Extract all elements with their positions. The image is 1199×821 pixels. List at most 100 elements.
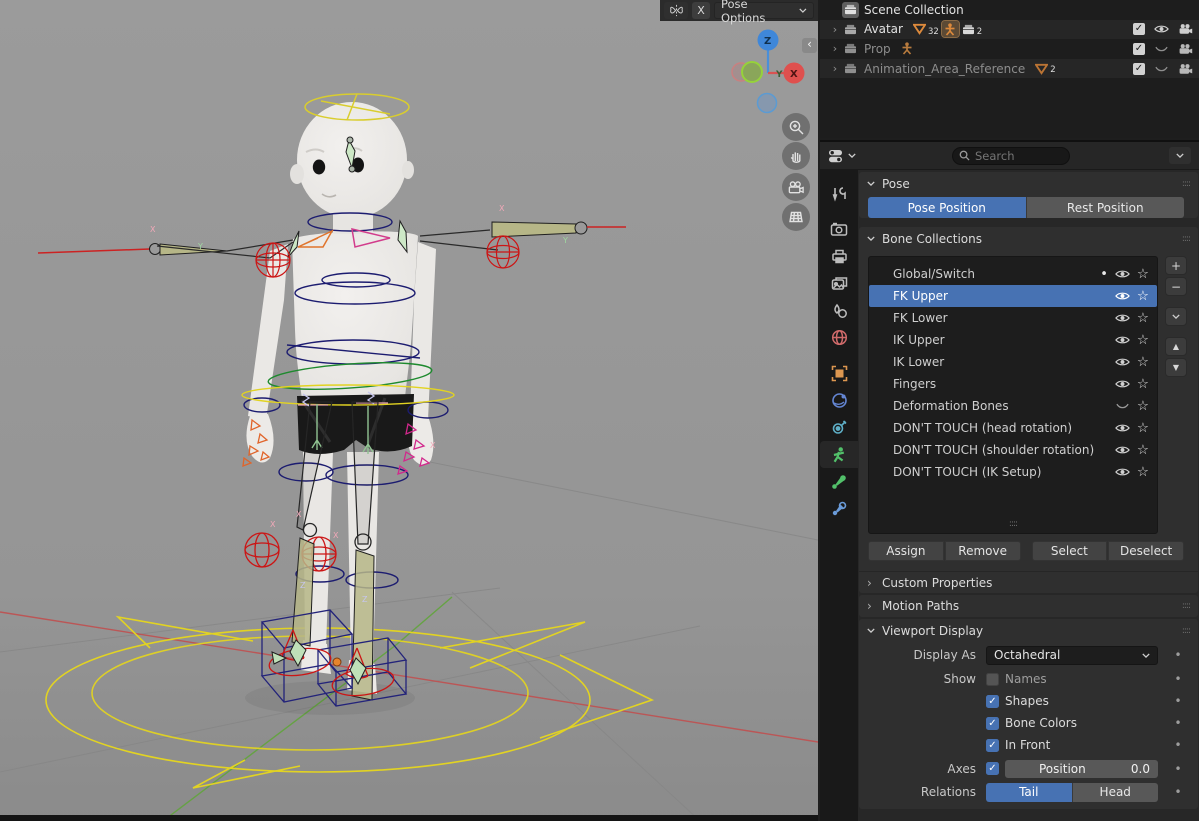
mesh-data-icon[interactable] [1035, 63, 1048, 75]
animate-dot[interactable]: • [1158, 762, 1198, 776]
tab-render-icon[interactable] [820, 216, 858, 243]
properties-search[interactable] [952, 147, 1070, 165]
pose-panel-header[interactable]: Pose :::: [859, 172, 1198, 195]
solo-star-icon[interactable]: ☆ [1137, 332, 1149, 348]
bone-collection-row[interactable]: DON'T TOUCH (IK Setup) ☆ [869, 461, 1157, 483]
ortho-grid-icon[interactable] [782, 203, 810, 231]
solo-star-icon[interactable]: ☆ [1137, 288, 1149, 304]
x-mirror-butterfly-icon[interactable] [664, 2, 688, 19]
custom-properties-header[interactable]: › Custom Properties [859, 571, 1198, 593]
outliner-row-prop[interactable]: › Prop ✓ [820, 39, 1199, 59]
eye-open-icon[interactable] [1115, 423, 1130, 433]
solo-star-icon[interactable]: ☆ [1137, 310, 1149, 326]
animate-dot[interactable]: • [1158, 672, 1198, 686]
zoom-icon[interactable] [782, 113, 810, 141]
animate-dot[interactable]: • [1158, 785, 1198, 799]
add-collection-button[interactable]: + [1165, 256, 1187, 275]
tab-bone-constraints-icon[interactable] [820, 495, 858, 522]
relations-head-button[interactable]: Head [1072, 783, 1159, 802]
render-camera-icon[interactable] [1178, 23, 1193, 35]
bone-collection-row[interactable]: DON'T TOUCH (head rotation) ☆ [869, 417, 1157, 439]
solo-star-icon[interactable]: ☆ [1137, 464, 1149, 480]
disclosure-icon[interactable]: › [828, 23, 842, 36]
bone-colors-checkbox[interactable]: ✓ [986, 717, 999, 730]
motion-paths-header[interactable]: › Motion Paths :::: [859, 595, 1198, 617]
render-camera-icon[interactable] [1178, 43, 1193, 55]
list-resize-handle[interactable]: :::: [869, 519, 1157, 529]
collection-instance-icon[interactable] [962, 24, 975, 35]
tab-scene-icon[interactable] [820, 297, 858, 324]
mesh-data-icon[interactable] [913, 23, 926, 35]
tab-physics-icon[interactable] [820, 387, 858, 414]
bone-collections-header[interactable]: Bone Collections :::: [859, 227, 1198, 250]
eye-open-icon[interactable] [1115, 445, 1130, 455]
remove-collection-button[interactable]: − [1165, 277, 1187, 296]
mirror-x-toggle[interactable]: X [692, 2, 710, 19]
tab-bone-icon[interactable] [820, 468, 858, 495]
panel-drag-handle[interactable]: :::: [1182, 234, 1190, 244]
panel-drag-handle[interactable]: :::: [1182, 179, 1190, 189]
bone-collection-row[interactable]: IK Upper ☆ [869, 329, 1157, 351]
shapes-checkbox[interactable]: ✓ [986, 695, 999, 708]
animate-dot[interactable]: • [1158, 694, 1198, 708]
3d-viewport[interactable]: X Y X Y X X X Z Z X Y [0, 0, 818, 821]
tab-world-icon[interactable] [820, 324, 858, 351]
bone-collection-row[interactable]: Deformation Bones ☆ [869, 395, 1157, 417]
bone-collection-row[interactable]: IK Lower ☆ [869, 351, 1157, 373]
bone-collection-row[interactable]: DON'T TOUCH (shoulder rotation) ☆ [869, 439, 1157, 461]
select-button[interactable]: Select [1032, 541, 1108, 561]
relations-tail-button[interactable]: Tail [986, 783, 1072, 802]
disclosure-icon[interactable]: › [828, 42, 842, 55]
bone-collection-row-selected[interactable]: FK Upper ☆ [869, 285, 1157, 307]
editor-type-selector[interactable] [828, 149, 856, 163]
eye-open-icon[interactable] [1115, 269, 1130, 279]
gizmo-minus-z[interactable] [758, 94, 777, 113]
pose-position-button[interactable]: Pose Position [868, 197, 1026, 218]
animate-dot[interactable]: • [1158, 716, 1198, 730]
display-as-dropdown[interactable]: Octahedral [986, 646, 1158, 665]
eye-open-icon[interactable] [1115, 379, 1130, 389]
eye-open-icon[interactable] [1115, 467, 1130, 477]
outliner-row-avatar[interactable]: › Avatar 32 2 ✓ [820, 20, 1199, 40]
panel-drag-handle[interactable]: :::: [1182, 601, 1190, 611]
exclude-checkbox[interactable]: ✓ [1133, 43, 1145, 55]
bone-collection-row[interactable]: Global/Switch • ☆ [869, 263, 1157, 285]
eye-open-icon[interactable] [1115, 313, 1130, 323]
specials-menu-button[interactable] [1165, 307, 1187, 326]
viewport-display-header[interactable]: Viewport Display :::: [859, 619, 1198, 642]
solo-star-icon[interactable]: ☆ [1137, 376, 1149, 392]
eye-closed-icon[interactable] [1154, 64, 1169, 74]
armature-object-icon[interactable] [901, 42, 913, 55]
pose-options-dropdown[interactable]: Pose Options [714, 2, 814, 19]
panel-drag-handle[interactable]: :::: [1182, 626, 1190, 636]
exclude-checkbox[interactable]: ✓ [1133, 63, 1145, 75]
tab-output-icon[interactable] [820, 243, 858, 270]
move-up-button[interactable]: ▲ [1165, 337, 1187, 356]
tab-view-layer-icon[interactable] [820, 270, 858, 297]
bone-collection-row[interactable]: Fingers ☆ [869, 373, 1157, 395]
properties-options-menu[interactable] [1169, 147, 1191, 164]
tab-armature-data-icon[interactable] [820, 441, 858, 468]
deselect-button[interactable]: Deselect [1108, 541, 1184, 561]
eye-open-icon[interactable] [1115, 357, 1130, 367]
render-camera-icon[interactable] [1178, 63, 1193, 75]
in-front-checkbox[interactable]: ✓ [986, 739, 999, 752]
tab-tool-icon[interactable] [820, 180, 858, 207]
solo-star-icon[interactable]: ☆ [1137, 398, 1149, 414]
solo-star-icon[interactable]: ☆ [1137, 442, 1149, 458]
disclosure-icon[interactable]: › [828, 62, 842, 75]
tab-constraints-icon[interactable] [820, 414, 858, 441]
tab-object-icon[interactable] [820, 360, 858, 387]
assign-button[interactable]: Assign [868, 541, 944, 561]
axes-checkbox[interactable]: ✓ [986, 762, 999, 775]
search-input[interactable] [975, 149, 1055, 163]
animate-dot[interactable]: • [1158, 738, 1198, 752]
sidebar-expand-arrow[interactable]: ‹ [802, 38, 817, 53]
solo-star-icon[interactable]: ☆ [1137, 354, 1149, 370]
eye-closed-icon[interactable] [1115, 401, 1130, 411]
pan-hand-icon[interactable] [782, 142, 810, 170]
eye-open-icon[interactable] [1115, 335, 1130, 345]
move-down-button[interactable]: ▼ [1165, 358, 1187, 377]
camera-view-icon[interactable] [782, 173, 810, 201]
solo-star-icon[interactable]: ☆ [1137, 266, 1149, 282]
